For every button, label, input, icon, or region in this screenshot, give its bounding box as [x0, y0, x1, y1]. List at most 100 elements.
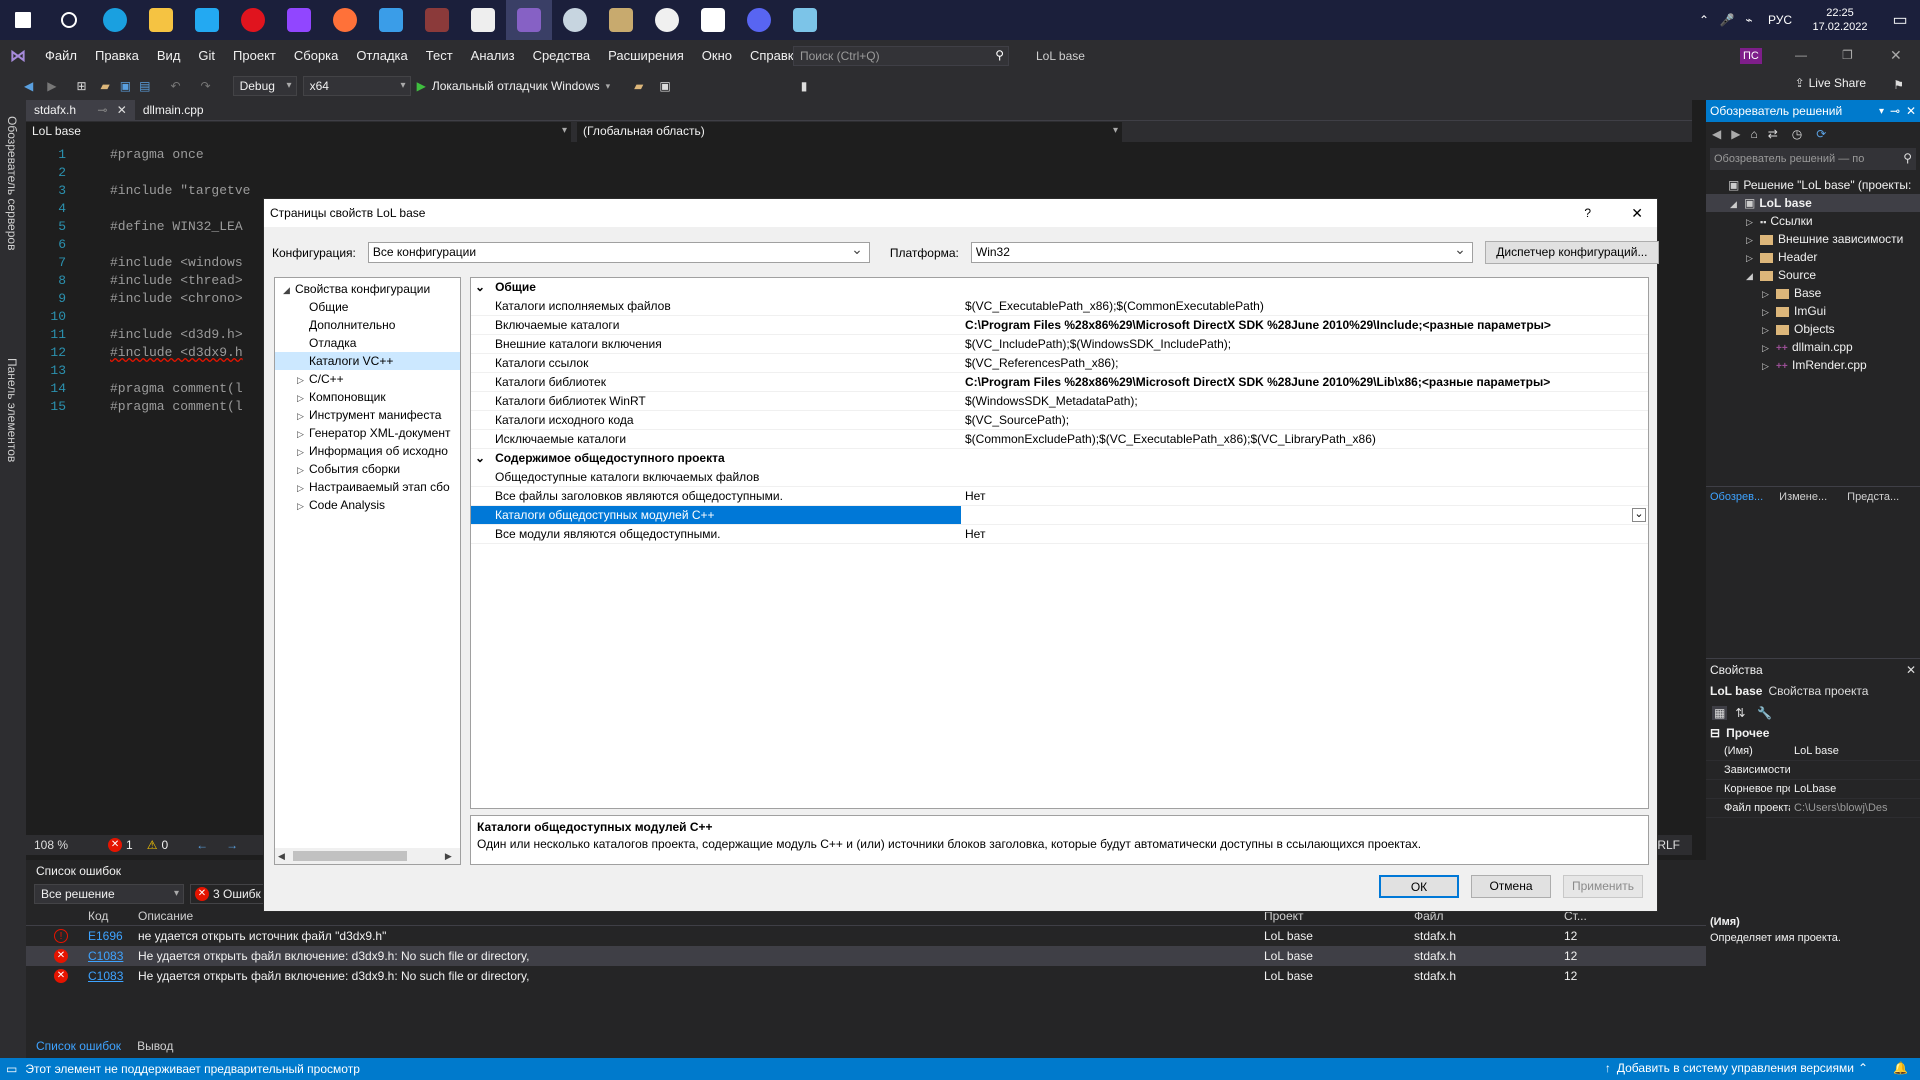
menu-item[interactable]: Окно [693, 40, 741, 72]
config-tree-item[interactable]: ▷ Code Analysis [275, 496, 460, 514]
scope-nav-select[interactable]: (Глобальная область) [577, 121, 1122, 142]
property-row[interactable]: Корневое про LoLbase [1706, 780, 1920, 799]
solution-item[interactable]: ▷ Header [1706, 248, 1920, 266]
live-share-button[interactable]: ⇪ Live Share [1795, 76, 1866, 90]
pin-icon[interactable]: ⊸ [97, 103, 107, 117]
pixel-app-icon[interactable] [460, 0, 506, 40]
config-tree-item[interactable]: ▷ Компоновщик [275, 388, 460, 406]
scope-select[interactable]: Все решение [34, 884, 184, 904]
property-value[interactable]: $(WindowsSDK_MetadataPath); [961, 392, 1648, 410]
search-box[interactable]: Поиск (Ctrl+Q) ⚲ [793, 46, 1009, 66]
source-control-button[interactable]: ↑ Добавить в систему управления версиями… [1605, 1061, 1868, 1075]
solution-item[interactable]: ▣ Решение "LoL base" (проекты: [1706, 176, 1920, 194]
language-indicator[interactable]: РУС [1760, 13, 1800, 27]
tab-solution[interactable]: Обозрев... [1706, 491, 1767, 503]
unknown-app-icon[interactable] [368, 0, 414, 40]
close-icon[interactable]: ✕ [117, 103, 127, 117]
property-row[interactable]: Зависимости [1706, 761, 1920, 780]
expand-arrow-icon[interactable]: ◢ [1746, 267, 1760, 285]
error-code[interactable]: E1696 [88, 926, 138, 946]
zoom-level[interactable]: 108 % [34, 838, 68, 852]
start-debug-button[interactable]: Локальный отладчик Windows [432, 79, 600, 93]
ok-button[interactable]: ОК [1379, 875, 1459, 898]
file-explorer-icon[interactable] [138, 0, 184, 40]
property-value[interactable] [961, 468, 1648, 486]
tab-error-list[interactable]: Список ошибок [26, 1039, 131, 1053]
toolbox-tab[interactable]: Панель элементов [5, 350, 19, 470]
opera-icon[interactable] [230, 0, 276, 40]
menu-item[interactable]: Отладка [347, 40, 416, 72]
menu-item[interactable]: Расширения [599, 40, 693, 72]
error-count[interactable]: 1 [126, 838, 133, 852]
open-icon[interactable]: ▰ [101, 79, 110, 93]
edge-icon[interactable] [92, 0, 138, 40]
menu-item[interactable]: Сборка [285, 40, 348, 72]
home-icon[interactable]: ⌂ [1750, 127, 1757, 141]
menu-item[interactable]: Правка [86, 40, 148, 72]
restore-button[interactable]: ❐ [1842, 48, 1853, 62]
property-row[interactable]: Каталоги библиотек C:\Program Files %28x8… [471, 373, 1648, 392]
user-avatar[interactable]: ПС [1740, 48, 1762, 64]
mic-icon[interactable]: 🎤 [1716, 13, 1738, 27]
scroll-right-icon[interactable]: ▶ [445, 851, 452, 862]
menu-item[interactable]: Анализ [462, 40, 524, 72]
dialog-close-button[interactable]: ✕ [1631, 199, 1643, 227]
property-value[interactable] [961, 506, 1632, 524]
property-value[interactable]: Нет [961, 487, 1648, 505]
expand-arrow-icon[interactable]: ▷ [1762, 285, 1776, 303]
forward-icon[interactable]: ▶ [1731, 127, 1740, 141]
config-tree-item[interactable]: ▷ Настраиваемый этап сбо [275, 478, 460, 496]
shield-app-icon[interactable] [690, 0, 736, 40]
property-row[interactable]: Файл проекта C:\Users\blowj\Des [1706, 799, 1920, 818]
property-row[interactable]: Каталоги исполняемых файлов $(VC_Executab… [471, 297, 1648, 316]
property-value[interactable]: $(VC_ExecutablePath_x86);$(CommonExecuta… [961, 297, 1648, 315]
property-row[interactable]: Каталоги библиотек WinRT $(WindowsSDK_Met… [471, 392, 1648, 411]
property-row[interactable]: Каталоги общедоступных модулей C++ ⌄ [471, 506, 1648, 525]
menu-item[interactable]: Вид [148, 40, 190, 72]
property-value[interactable]: C:\Users\blowj\Des [1790, 799, 1920, 817]
solution-item[interactable]: ▷ ++ dllmain.cpp [1706, 338, 1920, 356]
expand-arrow-icon[interactable]: ▷ [297, 479, 309, 497]
scroll-thumb[interactable] [292, 851, 407, 861]
code-line[interactable]: 1 #pragma once [26, 146, 1692, 164]
clock[interactable]: 22:25 17.02.2022 [1800, 6, 1880, 34]
error-code[interactable]: C1083 [88, 966, 138, 986]
menu-item[interactable]: Тест [417, 40, 462, 72]
error-row[interactable]: ✕ C1083 Не удается открыть файл включение:… [26, 966, 1706, 986]
expand-arrow-icon[interactable]: ▷ [1762, 303, 1776, 321]
save-icon[interactable]: ▣ [120, 79, 131, 93]
error-code[interactable]: C1083 [88, 946, 138, 966]
menu-item[interactable]: Файл [36, 40, 86, 72]
tree-scrollbar[interactable]: ◀ ▶ [275, 848, 460, 864]
warning-count[interactable]: 0 [161, 838, 168, 852]
property-value[interactable]: $(VC_ReferencesPath_x86); [961, 354, 1648, 372]
error-row[interactable]: ! E1696 не удается открыть источник файл "… [26, 926, 1706, 946]
property-row[interactable]: Все модули являются общедоступными. Нет [471, 525, 1648, 544]
glass-app-icon[interactable] [782, 0, 828, 40]
expand-arrow-icon[interactable]: ▷ [297, 461, 309, 479]
league-icon[interactable] [598, 0, 644, 40]
apply-button[interactable]: Применить [1563, 875, 1643, 898]
code-line[interactable]: 2 [26, 164, 1692, 182]
property-section-header[interactable]: ⌄ Содержимое общедоступного проекта [471, 449, 1648, 468]
config-manager-button[interactable]: Диспетчер конфигураций... [1484, 241, 1659, 264]
sort-icon[interactable]: ⇅ [1735, 706, 1745, 720]
scroll-left-icon[interactable]: ◀ [278, 851, 285, 862]
solution-item[interactable]: ◢ ▣ LoL base [1706, 194, 1920, 212]
categorized-icon[interactable]: ▦ [1712, 706, 1728, 720]
pin-icon[interactable]: ⊸ [1890, 104, 1900, 118]
property-row[interactable]: (Имя) LoL base [1706, 742, 1920, 761]
config-tree-item[interactable]: ▷ C/C++ [275, 370, 460, 388]
property-value[interactable]: $(CommonExcludePath);$(VC_ExecutablePath… [961, 430, 1648, 448]
network-icon[interactable]: ⌁ [1738, 13, 1760, 27]
windows-start-icon[interactable] [0, 0, 46, 40]
property-value[interactable]: C:\Program Files %28x86%29\Microsoft Dir… [961, 316, 1648, 334]
expand-arrow-icon[interactable]: ▷ [297, 497, 309, 515]
property-value[interactable]: LoLbase [1790, 780, 1920, 798]
close-icon[interactable]: ✕ [1906, 663, 1916, 677]
discord-icon[interactable] [736, 0, 782, 40]
bookmark-icon[interactable]: ▮ [801, 79, 808, 93]
save-all-icon[interactable]: ▤ [139, 79, 150, 93]
help-button[interactable]: ? [1584, 199, 1591, 227]
chevron-down-icon[interactable]: ▾ [606, 81, 611, 92]
